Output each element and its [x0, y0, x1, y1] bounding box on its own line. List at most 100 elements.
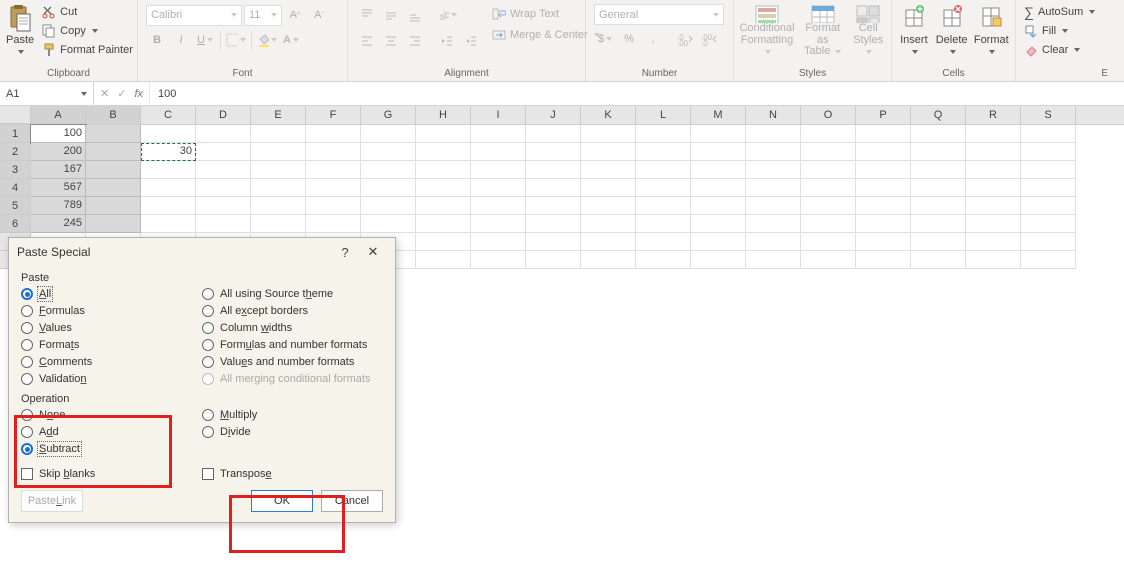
formula-input[interactable]: 100: [150, 82, 1124, 105]
column-header[interactable]: K: [581, 106, 636, 124]
column-header[interactable]: P: [856, 106, 911, 124]
cell[interactable]: [801, 233, 856, 251]
cell[interactable]: 100: [31, 125, 86, 143]
column-header[interactable]: J: [526, 106, 581, 124]
cell[interactable]: [801, 143, 856, 161]
cell[interactable]: [691, 179, 746, 197]
radio-all-using-source-theme[interactable]: All using Source theme: [202, 288, 383, 300]
radio-add[interactable]: Add: [21, 426, 202, 438]
cell[interactable]: 30: [141, 143, 196, 161]
radio-all-except-borders[interactable]: All except borders: [202, 305, 383, 317]
cell[interactable]: [361, 125, 416, 143]
column-header[interactable]: S: [1021, 106, 1076, 124]
cell[interactable]: 789: [31, 197, 86, 215]
cell[interactable]: [416, 143, 471, 161]
cell[interactable]: [691, 197, 746, 215]
cell[interactable]: [471, 251, 526, 269]
radio-all[interactable]: All: [21, 288, 202, 300]
cell[interactable]: [416, 161, 471, 179]
cell[interactable]: [251, 215, 306, 233]
cell[interactable]: [581, 251, 636, 269]
cell[interactable]: [141, 125, 196, 143]
radio-divide[interactable]: Divide: [202, 426, 383, 438]
cell[interactable]: [911, 161, 966, 179]
cell[interactable]: [416, 251, 471, 269]
cell[interactable]: [746, 161, 801, 179]
column-header[interactable]: M: [691, 106, 746, 124]
cell[interactable]: [691, 215, 746, 233]
enter-formula-icon[interactable]: ✓: [117, 87, 126, 100]
decrease-decimal-button[interactable]: .00.0: [698, 28, 720, 50]
cell[interactable]: [801, 179, 856, 197]
cell[interactable]: [416, 215, 471, 233]
cell-styles-button[interactable]: Cell Styles: [849, 2, 887, 60]
transpose-checkbox[interactable]: Transpose: [202, 468, 383, 480]
radio-comments[interactable]: Comments: [21, 356, 202, 368]
cell[interactable]: [416, 125, 471, 143]
cell[interactable]: [1021, 197, 1076, 215]
cell[interactable]: [691, 143, 746, 161]
cell[interactable]: [856, 215, 911, 233]
column-header[interactable]: R: [966, 106, 1021, 124]
cell[interactable]: [306, 179, 361, 197]
cell[interactable]: [1021, 161, 1076, 179]
format-cells-button[interactable]: Format: [972, 2, 1011, 60]
align-left-button[interactable]: [356, 30, 378, 52]
radio-column-widths[interactable]: Column widths: [202, 322, 383, 334]
insert-cells-button[interactable]: Insert: [896, 2, 932, 60]
cell[interactable]: [966, 233, 1021, 251]
cell[interactable]: [306, 215, 361, 233]
cell[interactable]: [911, 215, 966, 233]
cell[interactable]: [966, 125, 1021, 143]
cell[interactable]: [966, 143, 1021, 161]
cell[interactable]: [856, 125, 911, 143]
column-header[interactable]: O: [801, 106, 856, 124]
cell[interactable]: [911, 251, 966, 269]
cell[interactable]: [966, 161, 1021, 179]
conditional-formatting-button[interactable]: Conditional Formatting: [738, 2, 796, 60]
format-painter-button[interactable]: Format Painter: [38, 40, 137, 59]
cell[interactable]: [306, 161, 361, 179]
cell[interactable]: [471, 125, 526, 143]
cell[interactable]: [801, 251, 856, 269]
cell[interactable]: [801, 125, 856, 143]
cell[interactable]: [691, 161, 746, 179]
cell[interactable]: [361, 179, 416, 197]
cell[interactable]: [1021, 251, 1076, 269]
column-header[interactable]: G: [361, 106, 416, 124]
cell[interactable]: [526, 251, 581, 269]
radio-multiply[interactable]: Multiply: [202, 409, 383, 421]
cell[interactable]: 167: [31, 161, 86, 179]
cell[interactable]: [636, 197, 691, 215]
autosum-button[interactable]: ∑ AutoSum: [1020, 2, 1099, 21]
paste-button[interactable]: Paste: [4, 2, 36, 60]
cell[interactable]: [636, 215, 691, 233]
cell[interactable]: [581, 125, 636, 143]
cell[interactable]: [416, 197, 471, 215]
column-header[interactable]: A: [31, 106, 86, 124]
cell[interactable]: [526, 233, 581, 251]
name-box[interactable]: A1: [0, 82, 94, 105]
cell[interactable]: [1021, 125, 1076, 143]
font-name-dropdown[interactable]: Calibri: [146, 5, 242, 26]
cell[interactable]: [801, 215, 856, 233]
cell[interactable]: [196, 143, 251, 161]
cell[interactable]: [801, 161, 856, 179]
row-header[interactable]: 5: [0, 197, 31, 215]
cell[interactable]: [966, 179, 1021, 197]
cell[interactable]: [636, 125, 691, 143]
percent-format-button[interactable]: %: [618, 28, 640, 50]
column-header[interactable]: F: [306, 106, 361, 124]
cell[interactable]: [361, 161, 416, 179]
format-as-table-button[interactable]: Format as Table: [798, 2, 847, 60]
cell[interactable]: [196, 125, 251, 143]
cell[interactable]: [526, 197, 581, 215]
row-header[interactable]: 2: [0, 143, 31, 161]
cell[interactable]: [471, 197, 526, 215]
cell[interactable]: [581, 179, 636, 197]
cell[interactable]: [581, 233, 636, 251]
cell[interactable]: [141, 161, 196, 179]
cell[interactable]: [306, 197, 361, 215]
paste-link-button[interactable]: Paste Link: [21, 490, 83, 512]
row-header[interactable]: 3: [0, 161, 31, 179]
